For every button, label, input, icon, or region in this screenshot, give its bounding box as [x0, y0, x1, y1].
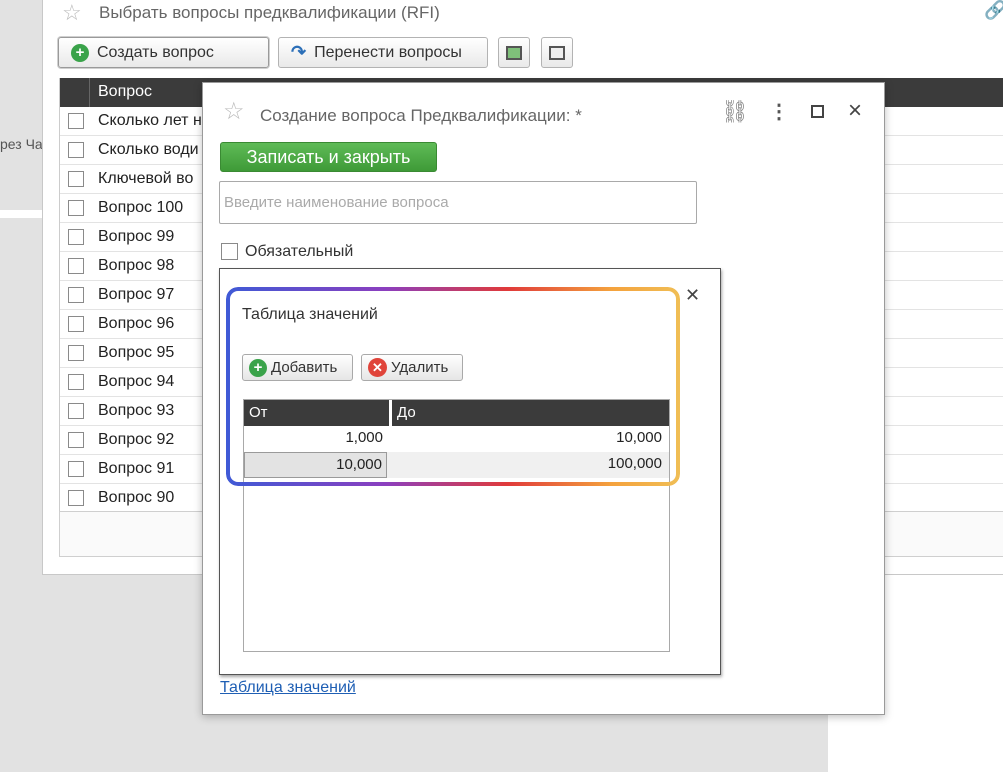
row-label: Вопрос 93 — [98, 402, 175, 419]
row-label: Вопрос 92 — [98, 431, 175, 448]
row-checkbox[interactable] — [68, 258, 84, 274]
column-header-question[interactable]: Вопрос — [98, 83, 152, 101]
required-label: Обязательный — [245, 243, 354, 260]
question-name-input[interactable] — [219, 181, 697, 224]
row-checkbox[interactable] — [68, 200, 84, 216]
required-checkbox[interactable] — [221, 243, 238, 260]
row-label: Вопрос 100 — [98, 199, 184, 216]
values-table: От До 1,000 10,000 10,000 100,000 — [243, 399, 670, 652]
background-divider — [0, 210, 42, 218]
cell-to[interactable]: 100,000 — [392, 452, 666, 478]
move-questions-button[interactable]: ↷ Перенести вопросы — [278, 37, 488, 68]
delete-row-button[interactable]: ✕ Удалить — [361, 354, 463, 381]
add-row-button[interactable]: + Добавить — [242, 354, 353, 381]
column-separator — [389, 400, 392, 426]
cell-from[interactable]: 1,000 — [244, 426, 387, 452]
values-table-header: От До — [244, 400, 669, 426]
row-checkbox[interactable] — [68, 316, 84, 332]
row-label: Вопрос 99 — [98, 228, 175, 245]
row-checkbox[interactable] — [68, 142, 84, 158]
check-all-icon — [506, 45, 522, 60]
delete-row-label: Удалить — [391, 359, 449, 376]
maximize-icon[interactable] — [811, 105, 824, 118]
uncheck-all-button[interactable] — [541, 37, 573, 68]
row-label: Ключевой во — [98, 170, 194, 187]
header-check-column — [60, 78, 90, 107]
create-question-dialog: ☆ Создание вопроса Предквалификации: * ⛓… — [202, 82, 885, 715]
plus-icon: + — [249, 358, 267, 377]
popup-title: Таблица значений — [242, 306, 378, 323]
row-checkbox[interactable] — [68, 490, 84, 506]
row-label: Сколько лет н — [98, 112, 202, 129]
popup-close-icon[interactable]: ✕ — [685, 285, 700, 306]
create-question-label: Создать вопрос — [97, 43, 214, 61]
cell-to[interactable]: 10,000 — [392, 426, 666, 452]
move-questions-label: Перенести вопросы — [314, 43, 462, 61]
row-checkbox[interactable] — [68, 113, 84, 129]
cell-from[interactable]: 10,000 — [244, 452, 387, 478]
column-header-from[interactable]: От — [249, 404, 268, 421]
values-table-popup: ✕ Таблица значений + Добавить ✕ Удалить … — [219, 268, 721, 675]
dialog-title: Создание вопроса Предквалификации: * — [260, 106, 582, 125]
back-window-title: Выбрать вопросы предквалификации (RFI) — [99, 3, 440, 22]
favorite-star-icon[interactable]: ☆ — [223, 97, 245, 126]
delete-icon: ✕ — [368, 358, 387, 377]
create-question-button[interactable]: + Создать вопрос — [58, 37, 269, 68]
row-label: Вопрос 97 — [98, 286, 175, 303]
column-header-to[interactable]: До — [397, 404, 416, 421]
values-table-link[interactable]: Таблица значений — [220, 679, 356, 697]
link-icon[interactable]: ⛓ — [721, 99, 749, 125]
row-label: Вопрос 90 — [98, 489, 175, 506]
row-label: Сколько води — [98, 141, 199, 158]
row-label: Вопрос 96 — [98, 315, 175, 332]
link-icon[interactable]: 🔗 — [984, 0, 1003, 21]
row-checkbox[interactable] — [68, 287, 84, 303]
favorite-star-icon[interactable]: ☆ — [62, 0, 82, 26]
table-row[interactable]: 1,000 10,000 — [244, 426, 669, 452]
more-menu-icon[interactable]: ⋮ — [769, 99, 789, 124]
row-checkbox[interactable] — [68, 432, 84, 448]
table-row[interactable]: 10,000 100,000 — [244, 452, 669, 478]
uncheck-all-icon — [549, 45, 565, 60]
background-cut-text: рез Ча — [0, 136, 43, 152]
row-checkbox[interactable] — [68, 461, 84, 477]
row-label: Вопрос 91 — [98, 460, 175, 477]
row-checkbox[interactable] — [68, 171, 84, 187]
row-checkbox[interactable] — [68, 403, 84, 419]
check-all-button[interactable] — [498, 37, 530, 68]
row-checkbox[interactable] — [68, 345, 84, 361]
row-label: Вопрос 98 — [98, 257, 175, 274]
row-checkbox[interactable] — [68, 374, 84, 390]
add-row-label: Добавить — [271, 359, 338, 376]
arrow-turn-icon: ↷ — [291, 42, 307, 62]
close-icon[interactable]: × — [848, 97, 862, 125]
row-label: Вопрос 94 — [98, 373, 175, 390]
plus-icon: + — [71, 43, 89, 62]
save-and-close-button[interactable]: Записать и закрыть — [220, 142, 437, 172]
row-checkbox[interactable] — [68, 229, 84, 245]
row-label: Вопрос 95 — [98, 344, 175, 361]
